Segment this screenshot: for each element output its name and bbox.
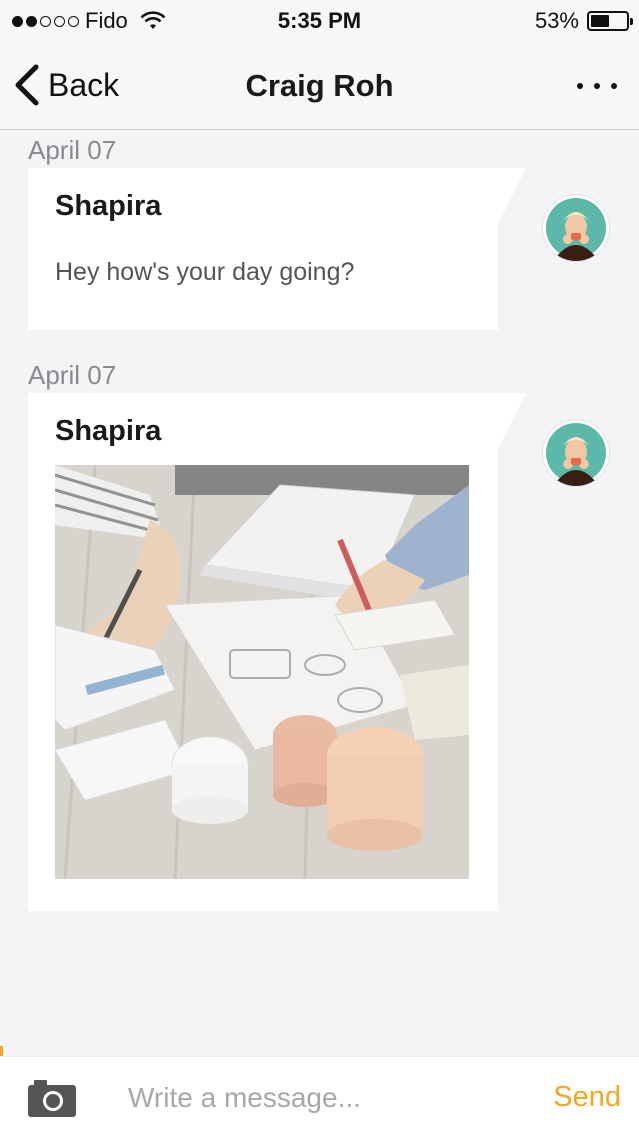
message-date: April 07 [28, 360, 117, 390]
message-date: April 07 [28, 135, 117, 165]
message-sender: Shapira [55, 190, 162, 222]
message-bubble[interactable]: Shapira Hey how's your day going? [28, 168, 526, 330]
send-button[interactable]: Send [553, 1081, 621, 1114]
avatar-photo-icon [546, 198, 606, 261]
camera-icon [28, 1080, 76, 1117]
conversation-title: Craig Roh [245, 68, 394, 103]
battery-percent: 53% [534, 8, 579, 33]
battery-status: 53% [534, 8, 633, 34]
battery-icon [587, 11, 633, 31]
message-input[interactable] [128, 1075, 508, 1121]
avatar[interactable] [543, 420, 609, 486]
status-bar: Fido 5:35 PM 53% [0, 0, 639, 42]
more-options-button[interactable] [577, 72, 617, 100]
message-bubble[interactable]: Shapira [28, 393, 526, 911]
avatar[interactable] [543, 195, 609, 261]
more-dots-icon [577, 83, 583, 89]
message-sender: Shapira [55, 415, 162, 447]
avatar-photo-icon [546, 423, 606, 486]
photo-desk-sketching-icon [55, 465, 469, 879]
message-text: Hey how's your day going? [55, 258, 355, 286]
navigation-bar: Back Craig Roh [0, 42, 639, 130]
message-composer: Send [0, 1056, 639, 1136]
message-image[interactable] [55, 465, 469, 879]
camera-button[interactable] [26, 1077, 78, 1119]
